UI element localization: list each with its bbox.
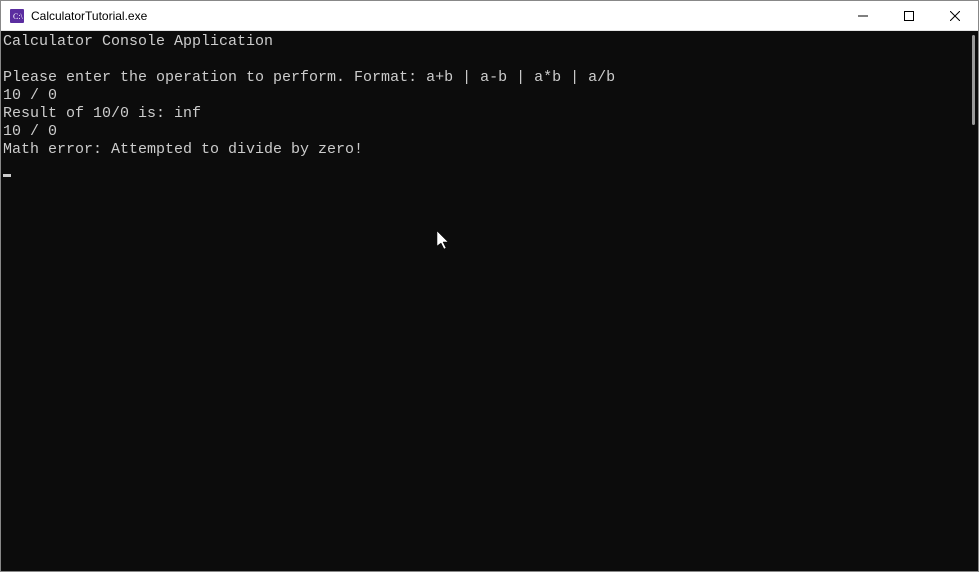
minimize-button[interactable] — [840, 1, 886, 30]
console-line: 10 / 0 — [3, 87, 57, 104]
app-icon: C:\ — [9, 8, 25, 24]
console-line: Result of 10/0 is: inf — [3, 105, 201, 122]
text-cursor — [3, 174, 11, 177]
console-line: Please enter the operation to perform. F… — [3, 69, 615, 86]
console-output: Calculator Console Application Please en… — [1, 31, 978, 179]
titlebar[interactable]: C:\ CalculatorTutorial.exe — [1, 1, 978, 31]
scrollbar-thumb[interactable] — [972, 35, 975, 125]
mouse-cursor-icon — [437, 231, 453, 256]
window-title: CalculatorTutorial.exe — [31, 9, 840, 23]
svg-text:C:\: C:\ — [13, 12, 24, 21]
close-button[interactable] — [932, 1, 978, 30]
scrollbar[interactable] — [964, 31, 978, 571]
console-line: Calculator Console Application — [3, 33, 273, 50]
console-window: C:\ CalculatorTutorial.exe Calculator Co… — [0, 0, 979, 572]
console-line: 10 / 0 — [3, 123, 57, 140]
console-area[interactable]: Calculator Console Application Please en… — [1, 31, 978, 571]
maximize-button[interactable] — [886, 1, 932, 30]
console-line: Math error: Attempted to divide by zero! — [3, 141, 363, 158]
window-controls — [840, 1, 978, 30]
